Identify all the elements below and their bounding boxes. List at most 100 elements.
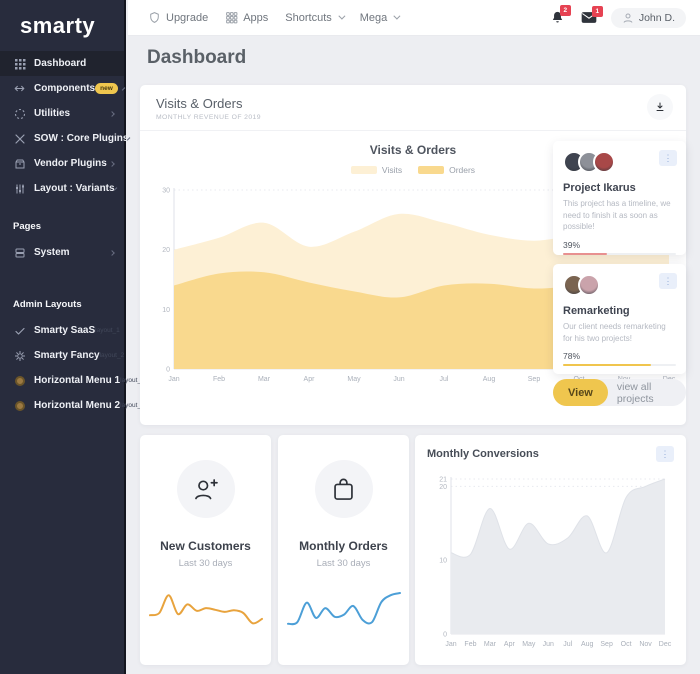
sparkline-path [150, 595, 262, 623]
double-arrow-icon [13, 82, 26, 95]
sidebar-item-smarty-fancy[interactable]: Smarty Fancy layout_2 [0, 343, 124, 368]
x-tick-label: Aug [483, 376, 496, 383]
new-customers-spark-svg [147, 581, 265, 645]
sidebar-item-components[interactable]: Components new [0, 76, 124, 101]
project-title: Remarketing [563, 305, 676, 317]
x-tick-label: Mar [258, 376, 271, 383]
x-tick-label: Sep [600, 641, 613, 648]
monthly-orders-card: Monthly Orders Last 30 days [278, 435, 409, 665]
sidebar-item-label: Dashboard [34, 58, 86, 69]
sidebar-item-label: Horizontal Menu 2 [34, 400, 120, 411]
y-tick-label: 30 [162, 188, 170, 195]
view-button[interactable]: View [553, 379, 608, 406]
shopping-bag-icon [330, 476, 357, 503]
sidebar-item-utilities[interactable]: Utilities [0, 101, 124, 126]
x-tick-label: Aug [581, 641, 594, 648]
sidebar-item-label: Horizontal Menu 1 [34, 375, 120, 386]
sidebar-item-label: Smarty Fancy [34, 350, 100, 361]
check-icon [13, 324, 26, 337]
x-tick-label: Mar [484, 641, 497, 648]
chevron-right-icon [109, 111, 115, 117]
apps-label: Apps [243, 12, 268, 24]
download-icon [654, 101, 666, 113]
shortcuts-menu[interactable]: Shortcuts [285, 12, 342, 24]
project-description: Our client needs remarketing for his two… [563, 321, 676, 344]
new-customers-card: New Customers Last 30 days [140, 435, 271, 665]
x-tick-label: Feb [213, 376, 225, 383]
person-plus-icon [192, 476, 219, 503]
view-all-projects-link[interactable]: view all projects [617, 381, 686, 405]
download-button[interactable] [647, 94, 673, 120]
chevron-down-icon [394, 13, 401, 20]
stat-subtitle: Last 30 days [278, 558, 409, 569]
sidebar-item-label: Smarty SaaS [34, 325, 95, 336]
server-icon [13, 246, 26, 259]
sidebar-item-dashboard[interactable]: Dashboard [0, 51, 124, 76]
x-tick-label: Jul [440, 376, 449, 383]
messages-button[interactable]: 1 [581, 11, 597, 24]
y-tick-label: 20 [439, 484, 447, 491]
mail-count-badge: 1 [592, 6, 603, 17]
x-tick-label: May [347, 376, 361, 383]
x-tick-label: Jun [393, 376, 404, 383]
grid-icon [13, 57, 26, 70]
project-title: Project Ikarus [563, 182, 676, 194]
y-tick-label: 10 [162, 307, 170, 314]
legend-label: Visits [382, 165, 402, 175]
user-menu[interactable]: John D. [611, 8, 686, 28]
legend-swatch [351, 166, 377, 174]
box-icon [13, 157, 26, 170]
avatar [593, 151, 615, 173]
card-subtitle: MONTHLY REVENUE OF 2019 [156, 114, 670, 121]
sidebar-item-horizontal-menu-2[interactable]: Horizontal Menu 2 layout_4 [0, 393, 124, 418]
kebab-menu-button[interactable]: ⋮ [656, 446, 674, 462]
logo[interactable]: smarty [0, 0, 124, 51]
area-path [451, 479, 665, 634]
monthly-conversions-chart: 0102021JanFebMarAprMayJunJulAugSepOctNov… [427, 472, 674, 650]
legend-swatch [418, 166, 444, 174]
sidebar-item-core-plugins[interactable]: SOW : Core Plugins [0, 126, 124, 151]
sidebar-item-horizontal-menu-1[interactable]: Horizontal Menu 1 layout_3 [0, 368, 124, 393]
x-tick-label: Jul [563, 641, 572, 648]
new-customers-sparkline [147, 581, 265, 645]
upgrade-label: Upgrade [166, 12, 208, 24]
shortcuts-label: Shortcuts [285, 12, 331, 24]
chevron-right-icon [121, 87, 125, 91]
sidebar-item-label: Vendor Plugins [34, 158, 107, 169]
sidebar-item-vendor-plugins[interactable]: Vendor Plugins [0, 151, 124, 176]
y-tick-label: 0 [166, 367, 170, 374]
legend-item[interactable]: Orders [418, 165, 475, 175]
chevron-right-icon [109, 250, 115, 256]
stat-title: New Customers [140, 539, 271, 553]
upgrade-link[interactable]: Upgrade [148, 11, 208, 24]
mega-menu[interactable]: Mega [360, 12, 399, 24]
monthly-conversions-svg: 0102021JanFebMarAprMayJunJulAugSepOctNov… [427, 472, 674, 650]
stat-subtitle: Last 30 days [140, 558, 271, 569]
x-tick-label: Feb [464, 641, 476, 648]
sidebar-item-label: Layout : Variants [34, 183, 115, 194]
x-tick-label: Oct [621, 641, 632, 648]
card-header: Visits & Orders MONTHLY REVENUE OF 2019 [140, 85, 686, 131]
avatar [578, 274, 600, 296]
app-root: smarty Dashboard Components new Utilitie… [0, 0, 700, 674]
sidebar-item-smarty-saas[interactable]: Smarty SaaS layout_1 [0, 318, 124, 343]
visits-orders-card: Visits & Orders MONTHLY REVENUE OF 2019 … [140, 85, 686, 425]
apps-link[interactable]: Apps [225, 11, 268, 24]
project-card: ⋮ Remarketing Our client needs remarketi… [553, 264, 686, 374]
legend-item[interactable]: Visits [351, 165, 402, 175]
bell-count-badge: 2 [560, 5, 571, 16]
notifications-button[interactable]: 2 [550, 10, 565, 25]
sidebar-item-system[interactable]: System [0, 240, 124, 265]
card-header: Monthly Conversions ⋮ [427, 446, 674, 462]
kebab-menu-button[interactable]: ⋮ [659, 273, 677, 289]
circle-icon [13, 399, 26, 412]
gear-icon [13, 349, 26, 362]
section-header-pages: Pages [0, 201, 124, 240]
progress-percent: 78% [563, 351, 676, 361]
sidebar-item-layout-variants[interactable]: Layout : Variants [0, 176, 124, 201]
y-tick-label: 20 [162, 247, 170, 254]
topbar: Upgrade Apps Shortcuts Mega 2 1 [128, 0, 700, 36]
tools-icon [13, 132, 26, 145]
kebab-menu-button[interactable]: ⋮ [659, 150, 677, 166]
person-icon [622, 12, 634, 24]
